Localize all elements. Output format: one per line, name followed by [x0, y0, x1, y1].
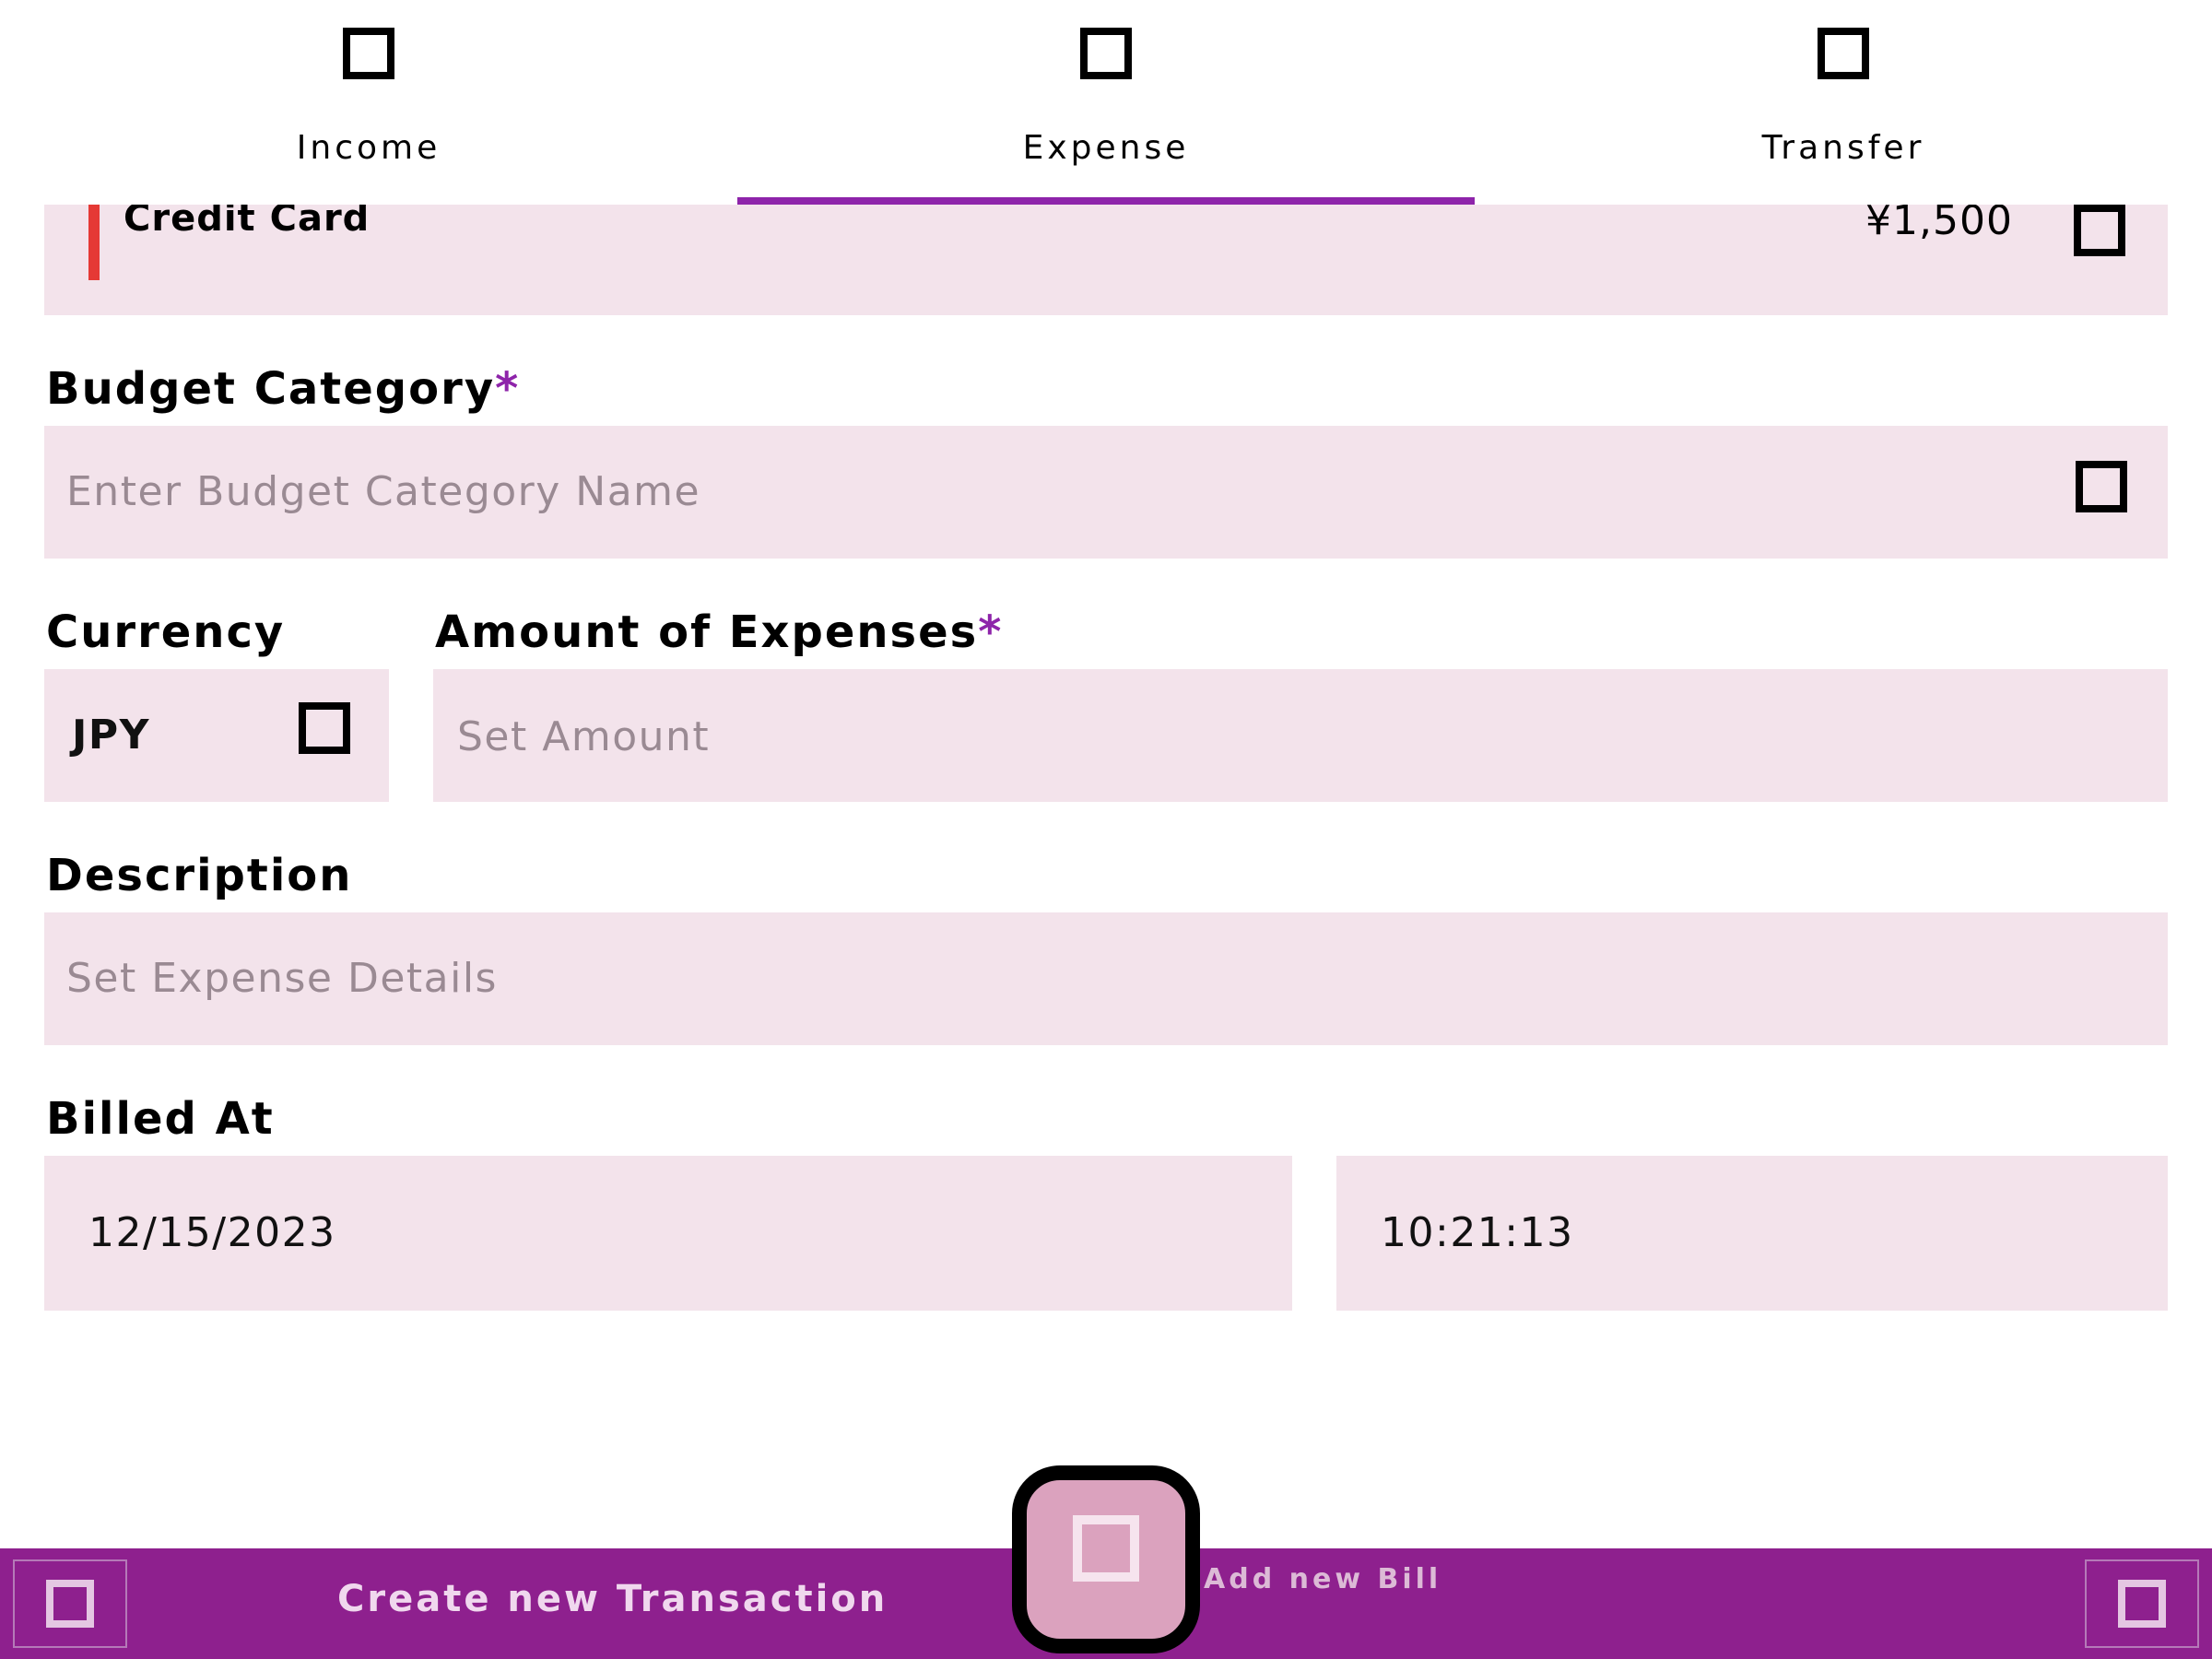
selected-tab-indicator: [737, 197, 1475, 205]
tab-income[interactable]: Income: [0, 0, 737, 205]
billed-time-value: 10:21:13: [1381, 1209, 1574, 1256]
add-button[interactable]: [1012, 1465, 1200, 1653]
budget-category-label-text: Budget Category: [46, 363, 496, 415]
account-color-indicator: [88, 201, 100, 280]
currency-dropdown-icon[interactable]: [299, 702, 350, 754]
description-placeholder: Set Expense Details: [66, 955, 498, 1002]
currency-label: Currency: [46, 606, 286, 658]
description-input[interactable]: Set Expense Details: [44, 912, 2168, 1045]
transaction-form: Credit Card ¥1,500 Budget Category* Ente…: [0, 0, 2212, 1548]
tab-income-label: Income: [296, 129, 441, 167]
currency-select[interactable]: JPY: [44, 669, 389, 802]
required-mark: *: [495, 363, 521, 415]
billed-date-input[interactable]: 12/15/2023: [44, 1156, 1292, 1311]
account-select-icon[interactable]: [2074, 205, 2125, 256]
menu-icon: [46, 1580, 94, 1628]
expense-icon: [1080, 28, 1132, 79]
tab-transfer[interactable]: Transfer: [1475, 0, 2212, 205]
billed-at-label: Billed At: [46, 1093, 275, 1145]
currency-value: JPY: [72, 712, 150, 759]
billed-date-value: 12/15/2023: [88, 1209, 336, 1256]
transfer-icon: [1818, 28, 1869, 79]
add-bill-label[interactable]: Add new Bill: [1204, 1563, 1441, 1595]
amount-placeholder: Set Amount: [457, 713, 711, 760]
create-transaction-label[interactable]: Create new Transaction: [337, 1578, 888, 1620]
budget-category-dropdown-icon[interactable]: [2076, 461, 2127, 512]
add-icon: [1073, 1515, 1139, 1582]
more-button[interactable]: [2085, 1559, 2199, 1648]
amount-label-text: Amount of Expenses: [435, 606, 979, 658]
amount-label: Amount of Expenses*: [435, 606, 1003, 658]
description-label: Description: [46, 850, 353, 901]
required-mark: *: [978, 606, 1004, 658]
tab-expense-label: Expense: [1022, 129, 1190, 167]
transaction-type-tabs: Income Expense Transfer: [0, 0, 2212, 205]
tab-transfer-label: Transfer: [1761, 129, 1925, 167]
budget-category-placeholder: Enter Budget Category Name: [66, 468, 701, 515]
budget-category-label: Budget Category*: [46, 363, 520, 415]
billed-time-input[interactable]: 10:21:13: [1336, 1156, 2168, 1311]
budget-category-input[interactable]: Enter Budget Category Name: [44, 426, 2168, 559]
amount-input[interactable]: Set Amount: [433, 669, 2168, 802]
menu-button[interactable]: [13, 1559, 127, 1648]
tab-expense[interactable]: Expense: [737, 0, 1475, 205]
more-icon: [2118, 1580, 2166, 1628]
income-icon: [343, 28, 394, 79]
